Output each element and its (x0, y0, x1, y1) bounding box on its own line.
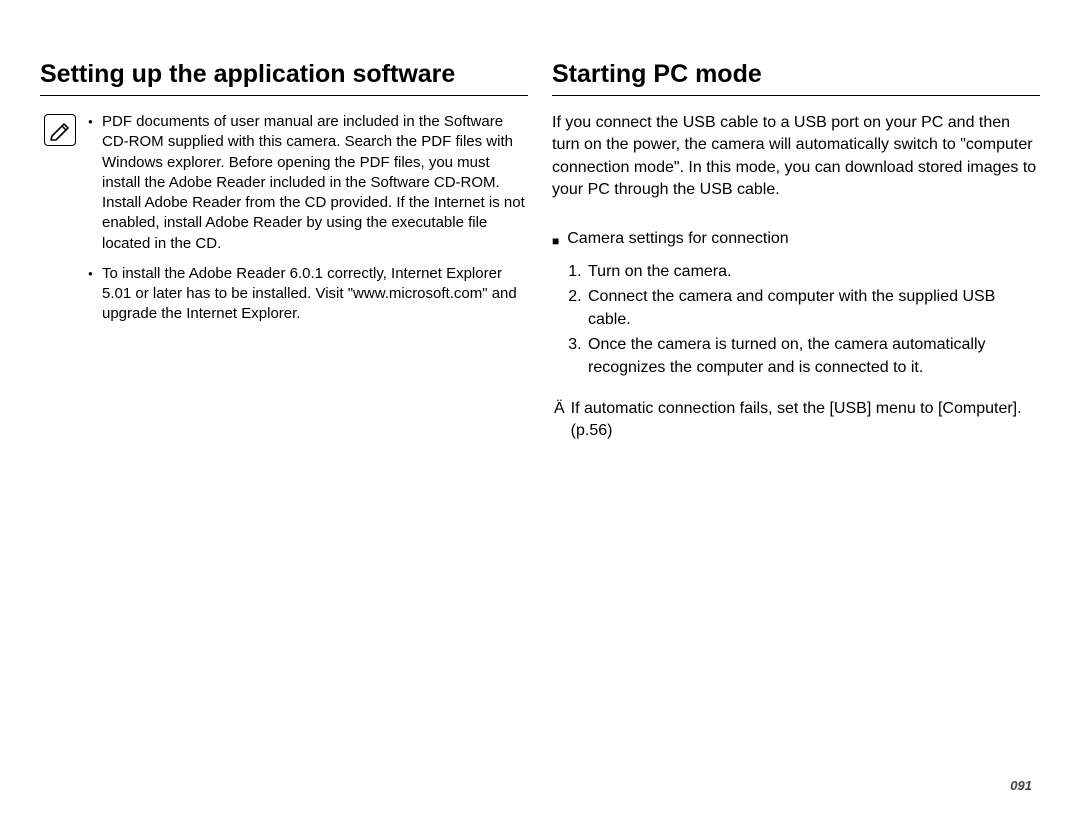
intro-paragraph: If you connect the USB cable to a USB po… (552, 112, 1040, 202)
heading-setting-up: Setting up the application software (40, 60, 528, 96)
page-number: 091 (1010, 778, 1032, 793)
two-column-layout: Setting up the application software PDF … (40, 60, 1040, 785)
left-bullet-list: PDF documents of user manual are include… (88, 112, 528, 335)
step-item: Once the camera is turned on, the camera… (586, 333, 1040, 379)
footnote-text: If automatic connection fails, set the [… (571, 398, 1040, 443)
manual-page: Setting up the application software PDF … (0, 0, 1080, 815)
steps-list: Turn on the camera. Connect the camera a… (552, 260, 1040, 380)
left-bullet-item: To install the Adobe Reader 6.0.1 correc… (88, 264, 528, 325)
footnote-symbol: Ä (554, 398, 565, 420)
note-icon (44, 114, 76, 146)
step-item: Connect the camera and computer with the… (586, 285, 1040, 331)
note-block: PDF documents of user manual are include… (40, 112, 528, 335)
heading-starting-pc-mode: Starting PC mode (552, 60, 1040, 96)
footnote: Ä If automatic connection fails, set the… (552, 398, 1040, 443)
subheading-text: Camera settings for connection (567, 230, 788, 248)
left-bullet-item: PDF documents of user manual are include… (88, 112, 528, 254)
left-column: Setting up the application software PDF … (40, 60, 528, 785)
right-column: Starting PC mode If you connect the USB … (552, 60, 1040, 785)
subheading-row: ■ Camera settings for connection (552, 230, 1040, 252)
step-item: Turn on the camera. (586, 260, 1040, 283)
square-bullet-icon: ■ (552, 230, 559, 252)
